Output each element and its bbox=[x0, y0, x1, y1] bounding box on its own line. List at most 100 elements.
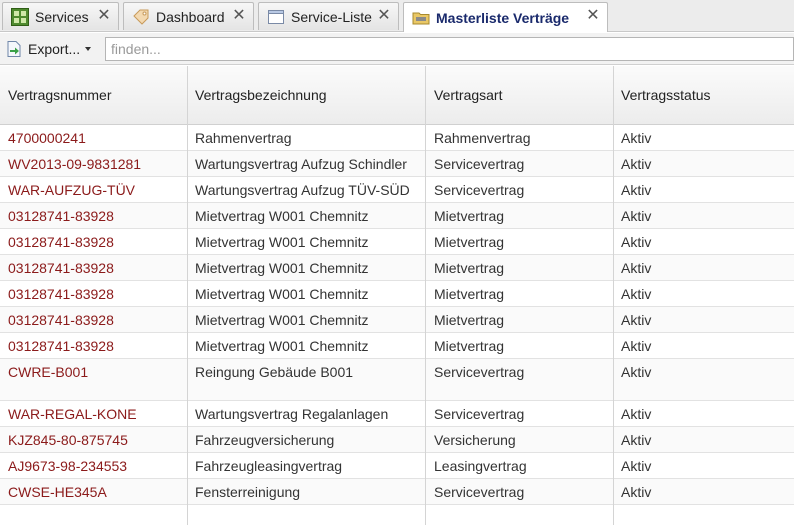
contract-status-cell: Aktiv bbox=[621, 234, 652, 250]
tab-label: Masterliste Verträge bbox=[436, 9, 570, 26]
contract-number-cell[interactable]: WV2013-09-9831281 bbox=[0, 151, 141, 177]
contract-number-cell[interactable]: 4700000241 bbox=[0, 125, 86, 151]
contract-status-cell: Aktiv bbox=[621, 458, 652, 474]
contract-type-cell: Mietvertrag bbox=[434, 208, 505, 224]
tab-label: Dashboard bbox=[156, 8, 225, 25]
tab-dashboard[interactable]: Dashboard ✕ bbox=[123, 2, 254, 30]
contract-name-cell: Reingung Gebäude B001 bbox=[195, 364, 354, 380]
close-icon[interactable]: ✕ bbox=[231, 8, 247, 24]
column-header-vertragsart[interactable]: Vertragsart bbox=[426, 66, 502, 125]
column-header-vertragsstatus[interactable]: Vertragsstatus bbox=[613, 66, 711, 125]
tab-masterliste-vertraege[interactable]: Masterliste Verträge ✕ bbox=[403, 2, 608, 32]
column-divider bbox=[425, 66, 426, 525]
window-icon bbox=[267, 8, 285, 26]
contract-status-cell: Aktiv bbox=[621, 182, 652, 198]
contract-status-cell: Aktiv bbox=[621, 484, 652, 500]
contract-status-cell: Aktiv bbox=[621, 260, 652, 276]
contract-name-cell: Mietvertrag W001 Chemnitz bbox=[195, 208, 369, 224]
table-row[interactable]: WV2013-09-9831281 Wartungsvertrag Aufzug … bbox=[0, 151, 794, 177]
contract-number-cell[interactable]: WAR-REGAL-KONE bbox=[0, 401, 137, 427]
contract-name-cell: Fahrzeugleasingvertrag bbox=[195, 458, 343, 474]
contract-type-cell: Servicevertrag bbox=[434, 406, 525, 422]
contract-type-cell: Servicevertrag bbox=[434, 156, 525, 172]
table-row[interactable]: 03128741-83928 Mietvertrag W001 Chemnitz M… bbox=[0, 333, 794, 359]
contract-name-cell: Mietvertrag W001 Chemnitz bbox=[195, 286, 369, 302]
column-divider bbox=[613, 66, 614, 525]
export-icon bbox=[5, 40, 23, 58]
contract-name-cell: Fahrzeugversicherung bbox=[195, 432, 335, 448]
tab-services[interactable]: Services ✕ bbox=[2, 2, 119, 30]
tab-service-liste[interactable]: Service-Liste ✕ bbox=[258, 2, 399, 30]
table-row[interactable]: 03128741-83928 Mietvertrag W001 Chemnitz M… bbox=[0, 281, 794, 307]
export-button[interactable]: Export... bbox=[5, 38, 92, 60]
contract-status-cell: Aktiv bbox=[621, 406, 652, 422]
contract-status-cell: Aktiv bbox=[621, 156, 652, 172]
export-label: Export... bbox=[28, 41, 81, 57]
contract-status-cell: Aktiv bbox=[621, 130, 652, 146]
contract-type-cell: Servicevertrag bbox=[434, 484, 525, 500]
contract-type-cell: Mietvertrag bbox=[434, 286, 505, 302]
tab-bar: Services ✕ Dashboard ✕ Service-Liste ✕ M… bbox=[0, 0, 794, 32]
table-row[interactable]: CWSE-HE345A Fensterreinigung Servicevertra… bbox=[0, 479, 794, 505]
close-icon[interactable]: ✕ bbox=[96, 8, 112, 24]
tab-label: Services bbox=[35, 8, 89, 25]
contract-type-cell: Leasingvertrag bbox=[434, 458, 527, 474]
contract-type-cell: Mietvertrag bbox=[434, 234, 505, 250]
contract-number-cell[interactable]: 03128741-83928 bbox=[0, 281, 114, 307]
contract-name-cell: Wartungsvertrag Aufzug Schindler bbox=[195, 156, 407, 172]
table-row[interactable]: WAR-REGAL-KONE Wartungsvertrag Regalanlag… bbox=[0, 401, 794, 427]
folder-icon bbox=[412, 9, 430, 27]
column-header-vertragsbezeichnung[interactable]: Vertragsbezeichnung bbox=[187, 66, 327, 125]
contract-name-cell: Fensterreinigung bbox=[195, 484, 301, 500]
contract-status-cell: Aktiv bbox=[621, 208, 652, 224]
table-row[interactable]: 4700000241 Rahmenvertrag Rahmenvertrag Akti… bbox=[0, 125, 794, 151]
tag-icon bbox=[132, 8, 150, 26]
contract-type-cell: Mietvertrag bbox=[434, 338, 505, 354]
close-icon[interactable]: ✕ bbox=[585, 8, 601, 24]
contract-name-cell: Mietvertrag W001 Chemnitz bbox=[195, 234, 369, 250]
contract-number-cell[interactable]: CWRE-B001 bbox=[0, 359, 88, 385]
contract-name-cell: Mietvertrag W001 Chemnitz bbox=[195, 338, 369, 354]
contract-number-cell[interactable]: KJZ845-80-875745 bbox=[0, 427, 128, 453]
contract-type-cell: Mietvertrag bbox=[434, 312, 505, 328]
contract-status-cell: Aktiv bbox=[621, 432, 652, 448]
table-row[interactable]: 03128741-83928 Mietvertrag W001 Chemnitz M… bbox=[0, 307, 794, 333]
contract-type-cell: Mietvertrag bbox=[434, 260, 505, 276]
contract-name-cell: Rahmenvertrag bbox=[195, 130, 292, 146]
table-row[interactable]: AJ9673-98-234553 Fahrzeugleasingvertrag Le… bbox=[0, 453, 794, 479]
contract-name-cell: Mietvertrag W001 Chemnitz bbox=[195, 260, 369, 276]
chevron-down-icon bbox=[85, 47, 92, 51]
close-icon[interactable]: ✕ bbox=[376, 8, 392, 24]
table-row[interactable]: KJZ845-80-875745 Fahrzeugversicherung Vers… bbox=[0, 427, 794, 453]
table-header: Vertragsnummer Vertragsbezeichnung Vertr… bbox=[0, 66, 794, 125]
contract-number-cell[interactable]: WAR-AUFZUG-TÜV bbox=[0, 177, 135, 203]
contract-number-cell[interactable]: CWSE-HE345A bbox=[0, 479, 107, 505]
contract-name-cell: Mietvertrag W001 Chemnitz bbox=[195, 312, 369, 328]
contract-number-cell[interactable]: 03128741-83928 bbox=[0, 229, 114, 255]
contract-number-cell[interactable]: 03128741-83928 bbox=[0, 333, 114, 359]
toolbar: Export... bbox=[0, 33, 794, 65]
contract-type-cell: Servicevertrag bbox=[434, 364, 525, 380]
contract-number-cell[interactable]: AJ9673-98-234553 bbox=[0, 453, 127, 479]
table-row[interactable]: 03128741-83928 Mietvertrag W001 Chemnitz M… bbox=[0, 203, 794, 229]
tab-label: Service-Liste bbox=[291, 8, 372, 25]
contract-name-cell: Wartungsvertrag Aufzug TÜV-SÜD bbox=[195, 182, 410, 198]
table-row[interactable]: 03128741-83928 Mietvertrag W001 Chemnitz M… bbox=[0, 255, 794, 281]
contract-number-cell[interactable]: 03128741-83928 bbox=[0, 203, 114, 229]
column-divider bbox=[187, 66, 188, 525]
contract-status-cell: Aktiv bbox=[621, 312, 652, 328]
contract-number-cell[interactable]: 03128741-83928 bbox=[0, 307, 114, 333]
table-row[interactable]: 03128741-83928 Mietvertrag W001 Chemnitz M… bbox=[0, 229, 794, 255]
contract-status-cell: Aktiv bbox=[621, 338, 652, 354]
contract-name-cell: Wartungsvertrag Regalanlagen bbox=[195, 406, 389, 422]
contracts-table: Vertragsnummer Vertragsbezeichnung Vertr… bbox=[0, 66, 794, 525]
table-row[interactable]: WAR-AUFZUG-TÜV Wartungsvertrag Aufzug TÜV… bbox=[0, 177, 794, 203]
column-header-vertragsnummer[interactable]: Vertragsnummer bbox=[0, 66, 111, 125]
contract-type-cell: Servicevertrag bbox=[434, 182, 525, 198]
contract-status-cell: Aktiv bbox=[621, 364, 652, 380]
contract-type-cell: Versicherung bbox=[434, 432, 516, 448]
table-row[interactable]: CWRE-B001 Reingung Gebäude B001 Servicever… bbox=[0, 359, 794, 401]
contract-status-cell: Aktiv bbox=[621, 286, 652, 302]
search-input[interactable] bbox=[105, 37, 794, 61]
contract-number-cell[interactable]: 03128741-83928 bbox=[0, 255, 114, 281]
